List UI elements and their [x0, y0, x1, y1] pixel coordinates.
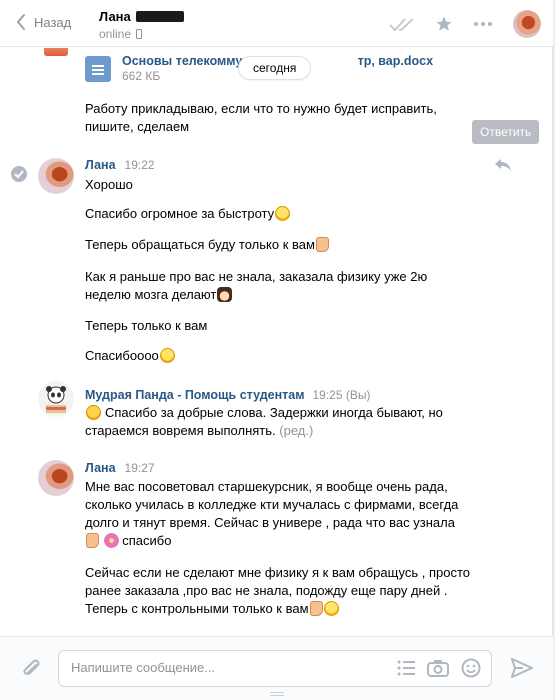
flushed-emoji-icon — [323, 601, 339, 616]
message-text: Работу прикладываю, если что то нужно бу… — [85, 101, 437, 134]
peer-name[interactable]: Лана — [99, 9, 184, 24]
back-button[interactable]: Назад — [16, 14, 71, 30]
message-text: Спасибоооо — [85, 347, 475, 365]
message-input[interactable] — [71, 660, 371, 675]
camera-icon[interactable] — [427, 659, 449, 677]
message-text: Как я раньше про вас не знала, заказала … — [85, 269, 428, 302]
reply-icon[interactable] — [494, 158, 512, 172]
message-feed[interactable]: Основы телекоммуни тр, вар.docx 662 КБ се… — [0, 48, 553, 636]
flushed-emoji-icon — [275, 206, 291, 221]
header-actions — [389, 10, 541, 38]
chat-window: Назад Лана online Основы телекоммуни тр, … — [0, 0, 553, 700]
flushed-emoji-icon — [159, 348, 175, 363]
thumbs-up-emoji-icon — [309, 601, 323, 616]
avatar — [44, 48, 68, 56]
more-icon[interactable] — [473, 21, 493, 27]
avatar[interactable] — [38, 460, 74, 496]
chevron-left-icon — [16, 14, 25, 30]
message-text: Сейчас если не сделают мне физику я к ва… — [85, 565, 470, 616]
emoji-icon[interactable] — [461, 658, 481, 678]
message-input-box[interactable] — [58, 650, 492, 687]
star-icon[interactable] — [435, 15, 453, 33]
smile-emoji-icon — [86, 405, 101, 420]
message-text: Спасибо огромное за быстроту — [85, 205, 475, 223]
message-composer — [0, 636, 553, 700]
peer-avatar[interactable] — [513, 10, 541, 38]
template-list-icon[interactable] — [397, 660, 415, 676]
chat-header: Назад Лана online — [0, 0, 553, 47]
send-icon[interactable] — [511, 658, 533, 678]
panda-avatar[interactable] — [38, 381, 74, 417]
date-divider: сегодня — [238, 56, 312, 80]
avatar[interactable] — [38, 158, 74, 194]
attachment-size: 662 КБ — [122, 69, 161, 83]
paperclip-icon[interactable] — [20, 657, 42, 681]
thumbs-up-emoji-icon — [86, 533, 99, 548]
flower-emoji-icon — [103, 533, 119, 548]
mobile-icon — [136, 29, 143, 39]
thumbs-up-emoji-icon — [315, 237, 329, 252]
woman-emoji-icon — [217, 287, 233, 302]
double-check-icon[interactable] — [389, 17, 415, 31]
reply-tooltip: Ответить — [472, 120, 540, 144]
message-author[interactable]: Лана 19:22 — [85, 158, 155, 172]
resize-handle[interactable] — [270, 692, 284, 696]
selected-check-icon[interactable] — [11, 166, 27, 182]
edited-marker: (ред.) — [279, 423, 314, 438]
message-author[interactable]: Лана 19:27 — [85, 461, 155, 475]
redacted-surname — [135, 11, 184, 22]
document-icon[interactable] — [85, 56, 111, 82]
message-author[interactable]: Мудрая Панда - Помощь студентам 19:25 (В… — [85, 388, 370, 402]
message-text: Спасибо за добрые слова. Задержки иногда… — [85, 405, 443, 438]
message-text: Мне вас посоветовал старшекурсник, я воо… — [85, 479, 459, 548]
peer-status: online — [99, 27, 143, 41]
message-text: Теперь только к вам — [85, 318, 208, 333]
back-label: Назад — [34, 14, 72, 30]
message-text: Хорошо — [85, 177, 133, 192]
message-text: Теперь обращаться буду только к вам — [85, 236, 475, 254]
input-actions — [397, 658, 481, 678]
